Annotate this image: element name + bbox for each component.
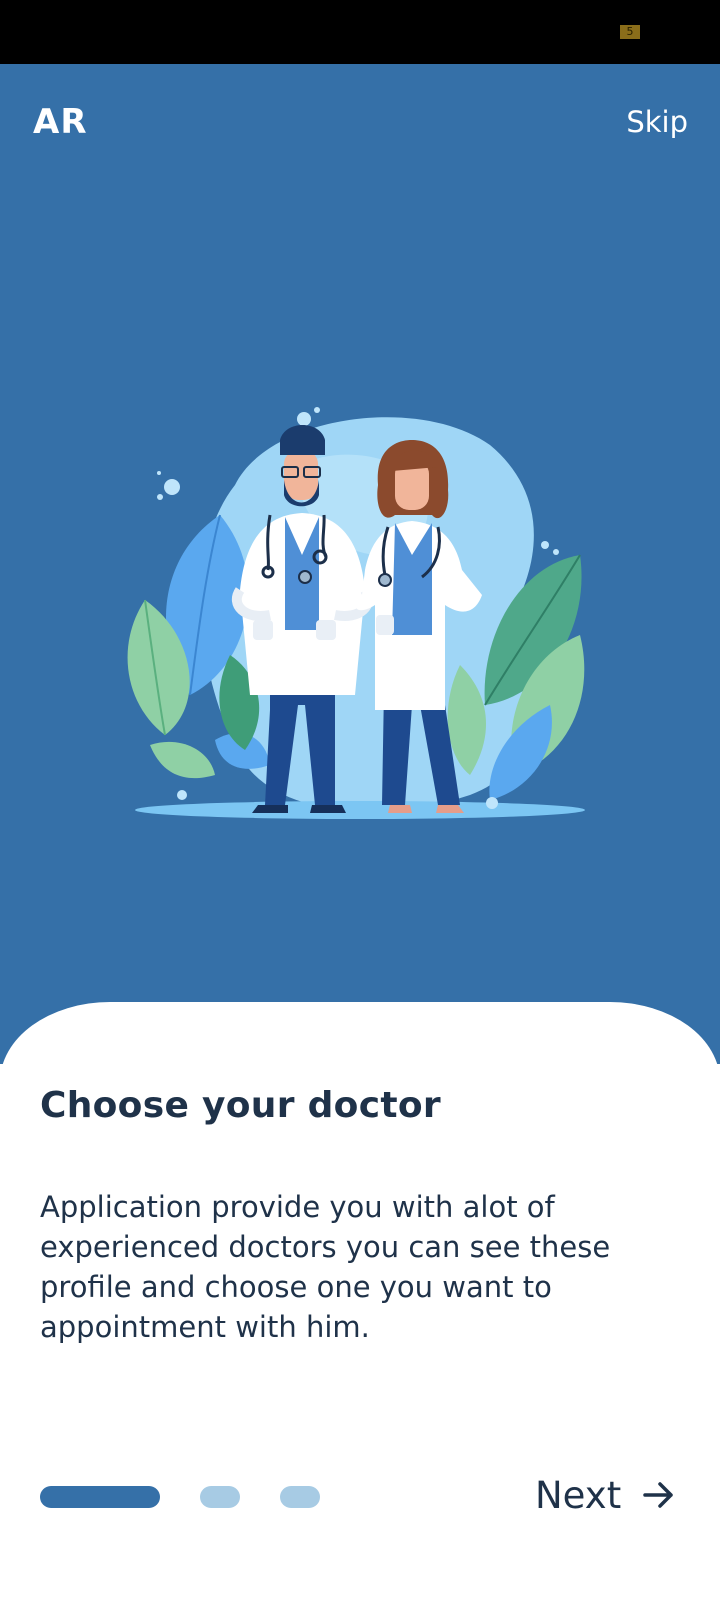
status-bar: 5	[0, 0, 720, 64]
next-label: Next	[535, 1473, 622, 1517]
page-indicator-2	[200, 1486, 240, 1508]
onboarding-title: Choose your doctor	[40, 1085, 441, 1126]
app-logo: AR	[33, 102, 88, 142]
arrow-right-icon	[643, 1482, 673, 1508]
onboarding-description: Application provide you with alot of exp…	[40, 1190, 611, 1344]
page-indicator-1	[40, 1486, 160, 1508]
notification-badge: 5	[620, 25, 640, 39]
next-button[interactable]: Next	[535, 1470, 677, 1520]
ground-shadow	[135, 801, 585, 819]
page-indicator-3	[280, 1486, 320, 1508]
doctors-illustration	[127, 407, 585, 819]
skip-button[interactable]: Skip	[626, 105, 688, 139]
